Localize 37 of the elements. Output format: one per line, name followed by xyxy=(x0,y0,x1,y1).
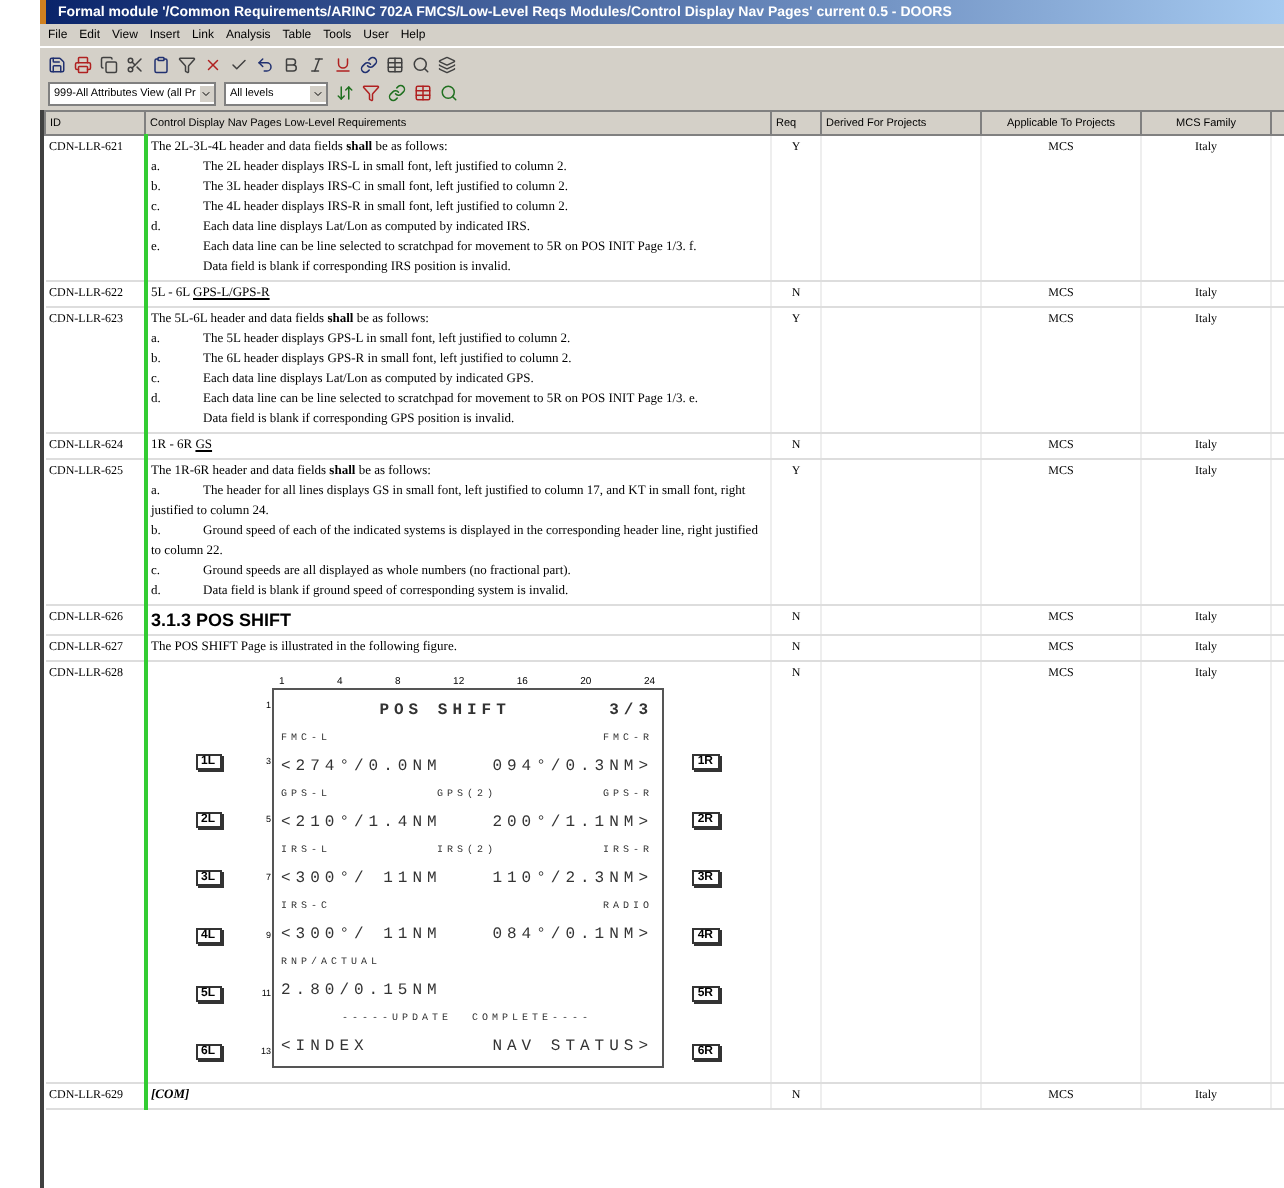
filter-icon[interactable] xyxy=(362,84,380,102)
caret-icon xyxy=(312,87,324,99)
screen-text: 2.80/0.15NM xyxy=(281,981,442,999)
bold-icon[interactable] xyxy=(282,55,300,73)
underline-icon[interactable] xyxy=(334,55,352,73)
screen-text: 084°/0.1NM> xyxy=(492,925,653,943)
italic-icon[interactable] xyxy=(308,55,326,73)
close-icon[interactable] xyxy=(204,55,222,73)
screen-text: <210°/1.4NM xyxy=(281,813,442,831)
screen-text: <300°/ 11NM xyxy=(281,925,442,943)
check-icon[interactable] xyxy=(230,55,248,73)
link-icon[interactable] xyxy=(388,84,406,102)
screen-text: <274°/0.0NM xyxy=(281,757,442,775)
screen-text: 3/3 xyxy=(609,701,653,719)
screen-text: 094°/0.3NM> xyxy=(492,757,653,775)
layers-icon[interactable] xyxy=(438,55,456,73)
copy-icon[interactable] xyxy=(100,55,118,73)
screen-text: POS SHIFT xyxy=(379,701,511,719)
table-icon[interactable] xyxy=(386,55,404,73)
undo-icon[interactable] xyxy=(256,55,274,73)
screen-text: NAV STATUS> xyxy=(492,1037,653,1055)
print-icon[interactable] xyxy=(74,55,92,73)
caret-icon xyxy=(200,87,213,99)
screen-text: 110°/2.3NM> xyxy=(492,869,653,887)
paste-icon[interactable] xyxy=(152,55,170,73)
screen-text: <300°/ 11NM xyxy=(281,869,442,887)
search-icon[interactable] xyxy=(440,84,458,102)
table-icon[interactable] xyxy=(414,84,432,102)
sort-icon[interactable] xyxy=(336,84,354,102)
screen-text: <INDEX xyxy=(281,1037,369,1055)
cut-icon[interactable] xyxy=(126,55,144,73)
screen-text: 200°/1.1NM> xyxy=(492,813,653,831)
section-heading: 3.1.3 POS SHIFT xyxy=(151,608,294,632)
save-icon[interactable] xyxy=(48,55,66,73)
filter-icon[interactable] xyxy=(178,55,196,73)
search-icon[interactable] xyxy=(412,55,430,73)
link-icon[interactable] xyxy=(360,55,378,73)
